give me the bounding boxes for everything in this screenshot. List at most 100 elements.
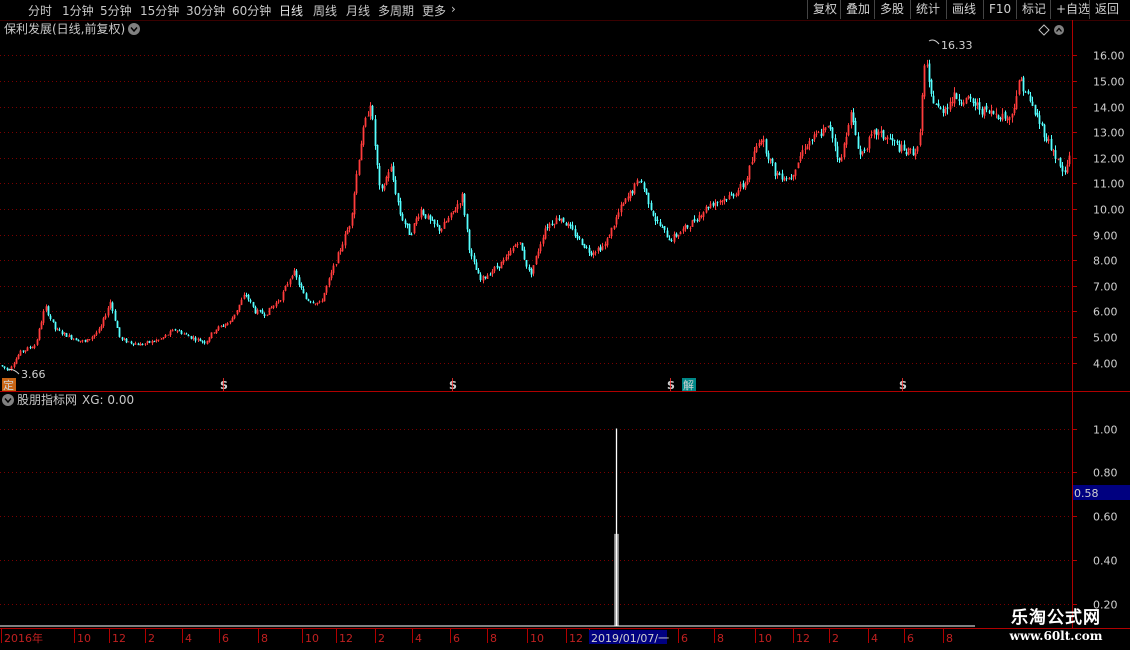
main-chart-grid xyxy=(0,55,1072,364)
date-label-20: 2 xyxy=(832,632,839,645)
candle-body-190 xyxy=(438,225,441,231)
candle-body-104 xyxy=(240,299,243,305)
period-tab-7[interactable]: 周线 xyxy=(313,2,337,19)
candle-body-329 xyxy=(758,142,761,147)
candle-body-396 xyxy=(912,148,915,155)
period-tab-0[interactable]: 分时 xyxy=(28,2,52,19)
candle-body-129 xyxy=(298,277,301,285)
period-tab-1[interactable]: 1分钟 xyxy=(62,2,94,19)
candle-body-426 xyxy=(981,108,984,115)
candle-body-77 xyxy=(178,330,181,332)
diamond-icon[interactable] xyxy=(1038,24,1050,36)
toolbar-button-8[interactable]: 返回 xyxy=(1089,0,1124,19)
candle-body-90 xyxy=(208,337,211,342)
candle-body-421 xyxy=(969,96,972,99)
period-tab-9[interactable]: 多周期 xyxy=(378,2,414,19)
candle-body-305 xyxy=(702,212,705,217)
candle-body-344 xyxy=(792,174,795,178)
candle-body-92 xyxy=(213,332,216,334)
candle-body-64 xyxy=(148,340,151,343)
period-tab-10[interactable]: 更多 xyxy=(422,2,446,19)
candle-body-234 xyxy=(539,244,542,252)
candle-body-324 xyxy=(746,178,749,184)
candle-body-134 xyxy=(309,301,312,303)
candle-body-47 xyxy=(109,301,112,308)
toolbar-button-5[interactable]: F10 xyxy=(983,0,1016,19)
candle-body-173 xyxy=(399,201,402,215)
candle-body-67 xyxy=(155,340,158,342)
candle-body-7 xyxy=(17,355,20,359)
indicator-axis: 0.200.400.600.801.00 xyxy=(1072,424,1118,612)
candle-body-166 xyxy=(383,185,386,190)
chevron-down-icon[interactable] xyxy=(128,23,140,35)
candle-body-250 xyxy=(576,235,579,239)
candle-body-208 xyxy=(479,274,482,280)
candle-body-32 xyxy=(75,338,78,341)
candle-body-145 xyxy=(335,264,338,266)
period-tab-4[interactable]: 30分钟 xyxy=(186,2,225,19)
candle-body-163 xyxy=(376,144,379,166)
date-label-4: 4 xyxy=(185,632,192,645)
candle-body-167 xyxy=(385,176,388,185)
candle-body-294 xyxy=(677,234,680,237)
candle-body-227 xyxy=(523,249,526,260)
candle-body-367 xyxy=(845,136,848,145)
candle-body-264 xyxy=(608,237,611,238)
toolbar-button-1[interactable]: 叠加 xyxy=(840,0,875,19)
chevron-down-icon[interactable] xyxy=(2,394,14,406)
candle-body-164 xyxy=(378,165,381,186)
candle-body-73 xyxy=(169,331,172,336)
chevron-up-icon[interactable] xyxy=(1054,25,1064,35)
toolbar-button-0[interactable]: 复权 xyxy=(807,0,842,19)
candle-body-350 xyxy=(806,146,809,150)
candle-body-274 xyxy=(631,190,634,194)
candle-body-309 xyxy=(712,202,715,206)
period-tab-3[interactable]: 15分钟 xyxy=(140,2,179,19)
candle-body-370 xyxy=(852,112,855,123)
candle-body-122 xyxy=(282,291,285,301)
candle-body-366 xyxy=(843,143,846,158)
date-label-8: 12 xyxy=(339,632,353,645)
candle-body-203 xyxy=(468,229,471,251)
candle-body-276 xyxy=(636,180,639,185)
period-tab-8[interactable]: 月线 xyxy=(346,2,370,19)
candle-body-86 xyxy=(199,339,202,342)
candle-body-210 xyxy=(484,276,487,278)
candle-body-416 xyxy=(958,99,961,102)
toolbar-button-6[interactable]: 标记 xyxy=(1016,0,1051,19)
chevron-right-icon[interactable]: › xyxy=(451,2,456,16)
candle-body-36 xyxy=(84,340,87,342)
candle-body-184 xyxy=(424,214,427,219)
candle-body-54 xyxy=(125,338,128,343)
period-tab-5[interactable]: 60分钟 xyxy=(232,2,271,19)
candle-body-240 xyxy=(553,224,556,226)
candle-body-425 xyxy=(978,102,981,110)
candle-body-158 xyxy=(364,117,367,127)
candle-body-242 xyxy=(558,218,561,220)
candle-body-38 xyxy=(88,339,91,340)
candle-body-438 xyxy=(1008,116,1011,120)
candle-body-429 xyxy=(988,111,991,113)
candle-body-239 xyxy=(551,223,554,225)
candle-body-373 xyxy=(859,149,862,155)
candle-body-195 xyxy=(450,212,453,218)
candle-body-326 xyxy=(751,161,754,165)
candle-body-375 xyxy=(863,149,866,151)
candle-body-369 xyxy=(850,112,853,126)
candle-body-448 xyxy=(1031,101,1034,106)
candle-body-335 xyxy=(771,158,774,164)
toolbar-button-2[interactable]: 多股 xyxy=(874,0,909,19)
candle-body-24 xyxy=(56,329,59,330)
candle-body-362 xyxy=(834,138,837,147)
toolbar-button-3[interactable]: 统计 xyxy=(910,0,945,19)
candle-body-459 xyxy=(1057,158,1060,160)
candle-body-82 xyxy=(190,336,193,339)
period-tab-2[interactable]: 5分钟 xyxy=(100,2,132,19)
candle-body-196 xyxy=(452,211,455,213)
candle-body-343 xyxy=(790,177,793,179)
period-tab-6[interactable]: 日线 xyxy=(279,2,303,19)
candle-body-391 xyxy=(900,145,903,152)
candle-body-275 xyxy=(633,183,636,194)
candle-body-361 xyxy=(831,127,834,139)
toolbar-button-4[interactable]: 画线 xyxy=(946,0,981,19)
